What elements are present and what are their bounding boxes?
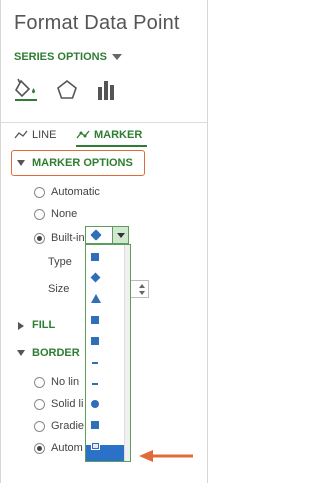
- marker-type-circle[interactable]: [86, 396, 125, 415]
- spin-up-icon[interactable]: [139, 284, 145, 288]
- radio-automatic-border-label: Autom: [51, 442, 83, 454]
- size-label: Size: [48, 283, 70, 295]
- collapse-icon[interactable]: [17, 160, 25, 166]
- marker-type-square[interactable]: [86, 417, 125, 436]
- chevron-down-icon[interactable]: [112, 227, 128, 243]
- radio-no-line-label: No lin: [51, 376, 80, 388]
- radio-solid-line[interactable]: [34, 399, 45, 410]
- divider: [1, 122, 207, 123]
- square-marker-icon: [91, 316, 99, 324]
- marker-line-icon: [76, 130, 90, 139]
- radio-none-label: None: [51, 208, 78, 220]
- diamond-marker-icon: [90, 272, 101, 283]
- radio-automatic-border[interactable]: [34, 443, 45, 454]
- triangle-marker-icon: [91, 294, 101, 303]
- selected-marker-swatch: [90, 229, 102, 241]
- active-tab-underline: [76, 145, 147, 147]
- radio-gradient-line[interactable]: [34, 421, 45, 432]
- marker-type-picture[interactable]: [86, 438, 125, 457]
- square-marker-icon: [91, 253, 99, 261]
- border-header[interactable]: BORDER: [32, 347, 80, 359]
- marker-type-square[interactable]: [86, 249, 125, 268]
- marker-type-triangle[interactable]: [86, 291, 125, 310]
- tab-line-label: LINE: [32, 129, 57, 141]
- square-marker-icon: [91, 421, 99, 429]
- type-label: Type: [48, 256, 72, 268]
- fill-line-icon[interactable]: [13, 77, 39, 103]
- circle-marker-icon: [91, 400, 99, 408]
- radio-solid-line-label: Solid li: [51, 398, 84, 410]
- tab-line[interactable]: LINE: [14, 129, 56, 141]
- chevron-down-icon: [111, 54, 122, 60]
- radio-gradient-line-label: Gradie: [51, 420, 85, 432]
- marker-type-dropdown-list: [85, 244, 131, 462]
- square-marker-icon: [91, 337, 99, 345]
- marker-type-dash[interactable]: [86, 354, 125, 373]
- marker-type-combo[interactable]: [85, 226, 129, 244]
- radio-automatic[interactable]: [34, 187, 45, 198]
- expand-icon[interactable]: [18, 322, 24, 330]
- marker-options-header[interactable]: MARKER OPTIONS: [32, 157, 133, 169]
- marker-type-square[interactable]: [86, 312, 125, 331]
- collapse-icon[interactable]: [17, 350, 25, 356]
- picture-marker-icon: [91, 442, 100, 450]
- radio-built-in[interactable]: [34, 233, 45, 244]
- line-icon: [14, 130, 28, 139]
- spin-down-icon[interactable]: [139, 291, 145, 295]
- radio-built-in-label: Built-in: [51, 232, 85, 244]
- radio-automatic-label: Automatic: [51, 186, 100, 198]
- marker-type-square[interactable]: [86, 333, 125, 352]
- dash-marker-icon: [92, 383, 98, 385]
- marker-type-diamond[interactable]: [86, 270, 125, 289]
- radio-no-line[interactable]: [34, 377, 45, 388]
- tab-marker-label: MARKER: [94, 129, 143, 141]
- fill-header[interactable]: FILL: [32, 319, 55, 331]
- series-options-dropdown[interactable]: SERIES OPTIONS: [14, 51, 122, 63]
- tab-marker[interactable]: MARKER: [76, 129, 142, 141]
- series-options-label: SERIES OPTIONS: [14, 51, 107, 63]
- effects-pentagon-icon[interactable]: [54, 77, 80, 103]
- format-data-point-pane: Format Data Point SERIES OPTIONS LINE MA…: [0, 0, 208, 483]
- pane-title: Format Data Point: [14, 12, 180, 34]
- marker-type-dash[interactable]: [86, 375, 125, 394]
- series-options-bars-icon[interactable]: [94, 77, 120, 103]
- dash-marker-icon: [92, 362, 98, 364]
- radio-none[interactable]: [34, 209, 45, 220]
- callout-arrow-icon: [139, 450, 193, 462]
